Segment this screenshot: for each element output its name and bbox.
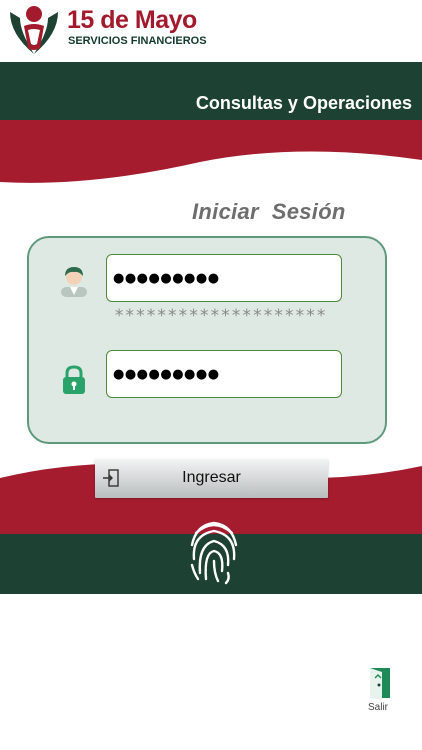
username-mask-hint: ********************: [114, 306, 327, 326]
brand-name: 15 de Mayo: [67, 6, 197, 34]
padlock-icon: [63, 365, 85, 394]
user-avatar-icon: [61, 267, 87, 297]
header-banner: [0, 62, 422, 192]
exit-door-icon: [370, 668, 390, 700]
brand-logo: 15 de Mayo SERVICIOS FINANCIEROS: [6, 2, 306, 60]
brand-subtitle: SERVICIOS FINANCIEROS: [68, 35, 207, 47]
login-button-label: Ingresar: [182, 469, 241, 486]
username-field[interactable]: [106, 254, 342, 302]
header-title: Consultas y Operaciones: [195, 93, 412, 113]
exit-button[interactable]: Salir: [362, 666, 394, 716]
logo-mark-icon: [10, 6, 58, 54]
password-field[interactable]: [106, 350, 342, 398]
exit-label: Salir: [367, 702, 388, 713]
login-title: Iniciar Sesión: [192, 199, 346, 224]
login-button[interactable]: Ingresar: [95, 459, 328, 498]
fingerprint-icon[interactable]: [186, 515, 242, 587]
